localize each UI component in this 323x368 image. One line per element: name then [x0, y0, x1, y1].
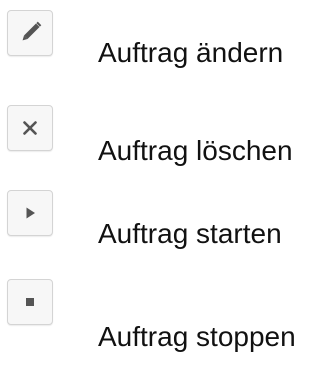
start-label: Auftrag starten	[98, 218, 282, 249]
delete-button[interactable]	[7, 105, 53, 151]
delete-label: Auftrag löschen	[98, 135, 293, 166]
start-button[interactable]	[7, 190, 53, 236]
play-icon	[26, 207, 35, 219]
action-row-stop: Auftrag stoppen	[0, 266, 323, 352]
stop-label: Auftrag stoppen	[98, 321, 296, 352]
edit-button[interactable]	[7, 10, 53, 56]
action-row-delete: Auftrag löschen	[0, 90, 323, 170]
edit-label: Auftrag ändern	[98, 37, 284, 68]
stop-button[interactable]	[7, 279, 53, 325]
stop-icon	[26, 298, 34, 306]
close-icon	[23, 121, 37, 135]
action-row-edit: Auftrag ändern	[0, 0, 323, 80]
pencil-icon	[22, 21, 42, 41]
action-row-start: Auftrag starten	[0, 178, 323, 258]
